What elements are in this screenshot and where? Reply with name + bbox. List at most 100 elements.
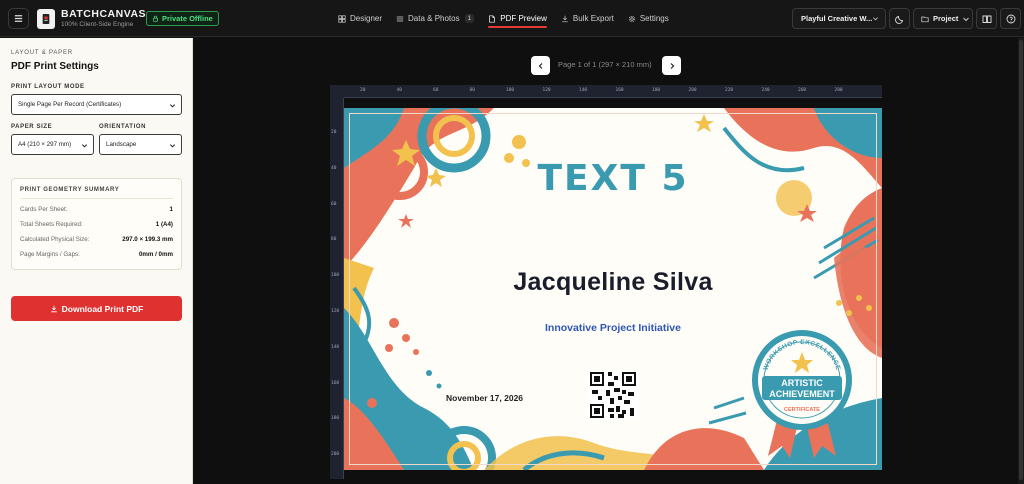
tab-designer-label: Designer bbox=[350, 14, 383, 23]
previous-page-button[interactable] bbox=[531, 56, 550, 75]
tab-designer[interactable]: Designer bbox=[338, 0, 382, 37]
certificate-date: November 17, 2026 bbox=[446, 393, 524, 403]
menu-button[interactable] bbox=[8, 8, 29, 29]
ruler-tick-label: 100 bbox=[506, 88, 515, 93]
dark-mode-toggle[interactable] bbox=[889, 8, 910, 29]
ruler-tick-label: 80 bbox=[469, 88, 475, 93]
ruler-tick-label: 140 bbox=[579, 88, 588, 93]
summary-key: Calculated Physical Size: bbox=[20, 236, 90, 243]
project-button-label: Project bbox=[933, 14, 959, 23]
ruler-tick-label: 40 bbox=[331, 165, 337, 171]
vertical-scrollbar[interactable] bbox=[1018, 38, 1024, 484]
layout-mode-label: PRINT LAYOUT MODE bbox=[11, 84, 85, 90]
status-badge-label: Private Offline bbox=[162, 14, 213, 23]
ruler-tick-label: 200 bbox=[331, 452, 340, 458]
tab-data-photos-label: Data & Photos bbox=[408, 14, 460, 23]
data-count-badge: 1 bbox=[464, 14, 475, 23]
tab-bulk-export[interactable]: Bulk Export bbox=[561, 0, 614, 37]
private-offline-badge: Private Offline bbox=[146, 11, 219, 26]
summary-title: PRINT GEOMETRY SUMMARY bbox=[20, 187, 120, 193]
orientation-select[interactable]: Landscape bbox=[99, 134, 182, 155]
tab-data-photos[interactable]: Data & Photos 1 bbox=[396, 0, 475, 37]
ruler-tick-label: 200 bbox=[688, 88, 697, 93]
ruler-tick-label: 160 bbox=[615, 88, 624, 93]
badge-line-2: ACHIEVEMENT bbox=[769, 389, 835, 399]
qr-code-icon bbox=[588, 370, 638, 420]
summary-row: Cards Per Sheet: 1 bbox=[20, 206, 173, 213]
download-icon bbox=[562, 15, 568, 22]
next-page-button[interactable] bbox=[662, 56, 681, 75]
divider bbox=[20, 198, 173, 199]
main-nav: Designer Data & Photos 1 PDF Preview Bul… bbox=[338, 0, 669, 37]
hamburger-icon bbox=[14, 15, 23, 22]
app-logo bbox=[37, 9, 55, 29]
chevron-down-icon bbox=[963, 17, 970, 21]
badge-line-1: ARTISTIC bbox=[781, 378, 823, 388]
book-icon bbox=[982, 15, 991, 23]
chevron-down-icon bbox=[81, 144, 88, 148]
download-button-label: Download Print PDF bbox=[61, 303, 144, 314]
summary-row: Total Sheets Required: 1 (A4) bbox=[20, 221, 173, 228]
chevron-right-icon bbox=[670, 62, 674, 69]
project-button[interactable]: Project bbox=[913, 8, 973, 29]
ruler-tick-label: 20 bbox=[331, 130, 337, 135]
certificate-title: TEXT 5 bbox=[537, 158, 689, 199]
ruler-tick-label: 180 bbox=[652, 88, 661, 93]
grid-icon bbox=[338, 14, 346, 23]
paper-size-select[interactable]: A4 (210 × 297 mm) bbox=[11, 134, 94, 155]
folder-icon bbox=[921, 16, 929, 22]
summary-key: Page Margins / Gaps: bbox=[20, 251, 80, 258]
document-icon bbox=[489, 14, 495, 23]
summary-value: 1 bbox=[169, 206, 173, 213]
ruler-tick-label: 20 bbox=[360, 88, 366, 93]
summary-row: Calculated Physical Size: 297.0 × 199.3 … bbox=[20, 236, 173, 243]
paper-size-label: PAPER SIZE bbox=[11, 124, 53, 130]
ruler-tick-label: 120 bbox=[542, 88, 551, 93]
tab-pdf-preview-label: PDF Preview bbox=[500, 14, 547, 23]
tab-settings-label: Settings bbox=[639, 14, 669, 23]
brand-subtitle: 100% Client-Side Engine bbox=[61, 21, 134, 28]
ruler-tick-label: 100 bbox=[331, 273, 340, 279]
ruler-tick-label: 280 bbox=[834, 88, 843, 93]
achievement-badge: WORKSHOP EXCELLENCE ARTISTIC ACHIEVEMENT… bbox=[752, 330, 852, 458]
theme-select[interactable]: Playful Creative W... bbox=[792, 8, 886, 29]
scrollbar-thumb[interactable] bbox=[1019, 40, 1023, 480]
chevron-down-icon bbox=[169, 144, 176, 148]
summary-key: Cards Per Sheet: bbox=[20, 206, 68, 213]
layout-mode-select[interactable]: Single Page Per Record (Certificates) bbox=[11, 94, 182, 115]
print-geometry-summary: PRINT GEOMETRY SUMMARY Cards Per Sheet: … bbox=[11, 178, 182, 270]
section-eyebrow: LAYOUT & PAPER bbox=[11, 50, 73, 56]
ruler-vertical: 20 40 60 80 100 120 140 160 180 200 bbox=[330, 98, 344, 479]
top-bar: BATCHCANVAS 100% Client-Side Engine Priv… bbox=[0, 0, 1024, 37]
docs-button[interactable] bbox=[976, 8, 997, 29]
tab-settings[interactable]: Settings bbox=[628, 0, 669, 37]
ruler-tick-label: 260 bbox=[798, 88, 807, 93]
download-print-pdf-button[interactable]: Download Print PDF bbox=[11, 296, 182, 321]
summary-value: 0mm / 0mm bbox=[138, 251, 173, 258]
ruler-tick-label: 180 bbox=[331, 416, 340, 422]
certificate-canvas: TEXT 5 Jacqueline Silva Innovative Proje… bbox=[344, 108, 882, 470]
theme-select-value: Playful Creative W... bbox=[801, 14, 873, 23]
summary-value: 297.0 × 199.3 mm bbox=[122, 236, 173, 243]
tab-pdf-preview[interactable]: PDF Preview bbox=[488, 0, 547, 37]
download-icon bbox=[50, 305, 57, 312]
section-title: PDF Print Settings bbox=[11, 61, 99, 72]
ruler-tick-label: 40 bbox=[396, 88, 402, 93]
chevron-down-icon bbox=[169, 104, 176, 108]
chevron-down-icon bbox=[873, 17, 878, 21]
lock-icon bbox=[153, 15, 158, 22]
layout-mode-value: Single Page Per Record (Certificates) bbox=[18, 101, 122, 108]
ruler-corner bbox=[330, 85, 344, 98]
brand-name: BATCHCANVAS bbox=[61, 8, 147, 20]
chevron-left-icon bbox=[538, 62, 542, 69]
paper-size-value: A4 (210 × 297 mm) bbox=[18, 141, 72, 148]
help-button[interactable] bbox=[1000, 8, 1021, 29]
badge-bottom-text: CERTIFICATE bbox=[784, 407, 820, 413]
ruler-tick-label: 80 bbox=[331, 237, 337, 243]
ruler-tick-label: 140 bbox=[331, 344, 340, 350]
page-indicator: Page 1 of 1 (297 × 210 mm) bbox=[558, 60, 652, 69]
ruler-tick-label: 240 bbox=[761, 88, 770, 93]
list-icon bbox=[396, 16, 404, 21]
gear-icon bbox=[628, 15, 635, 22]
recipient-name: Jacqueline Silva bbox=[513, 268, 713, 296]
